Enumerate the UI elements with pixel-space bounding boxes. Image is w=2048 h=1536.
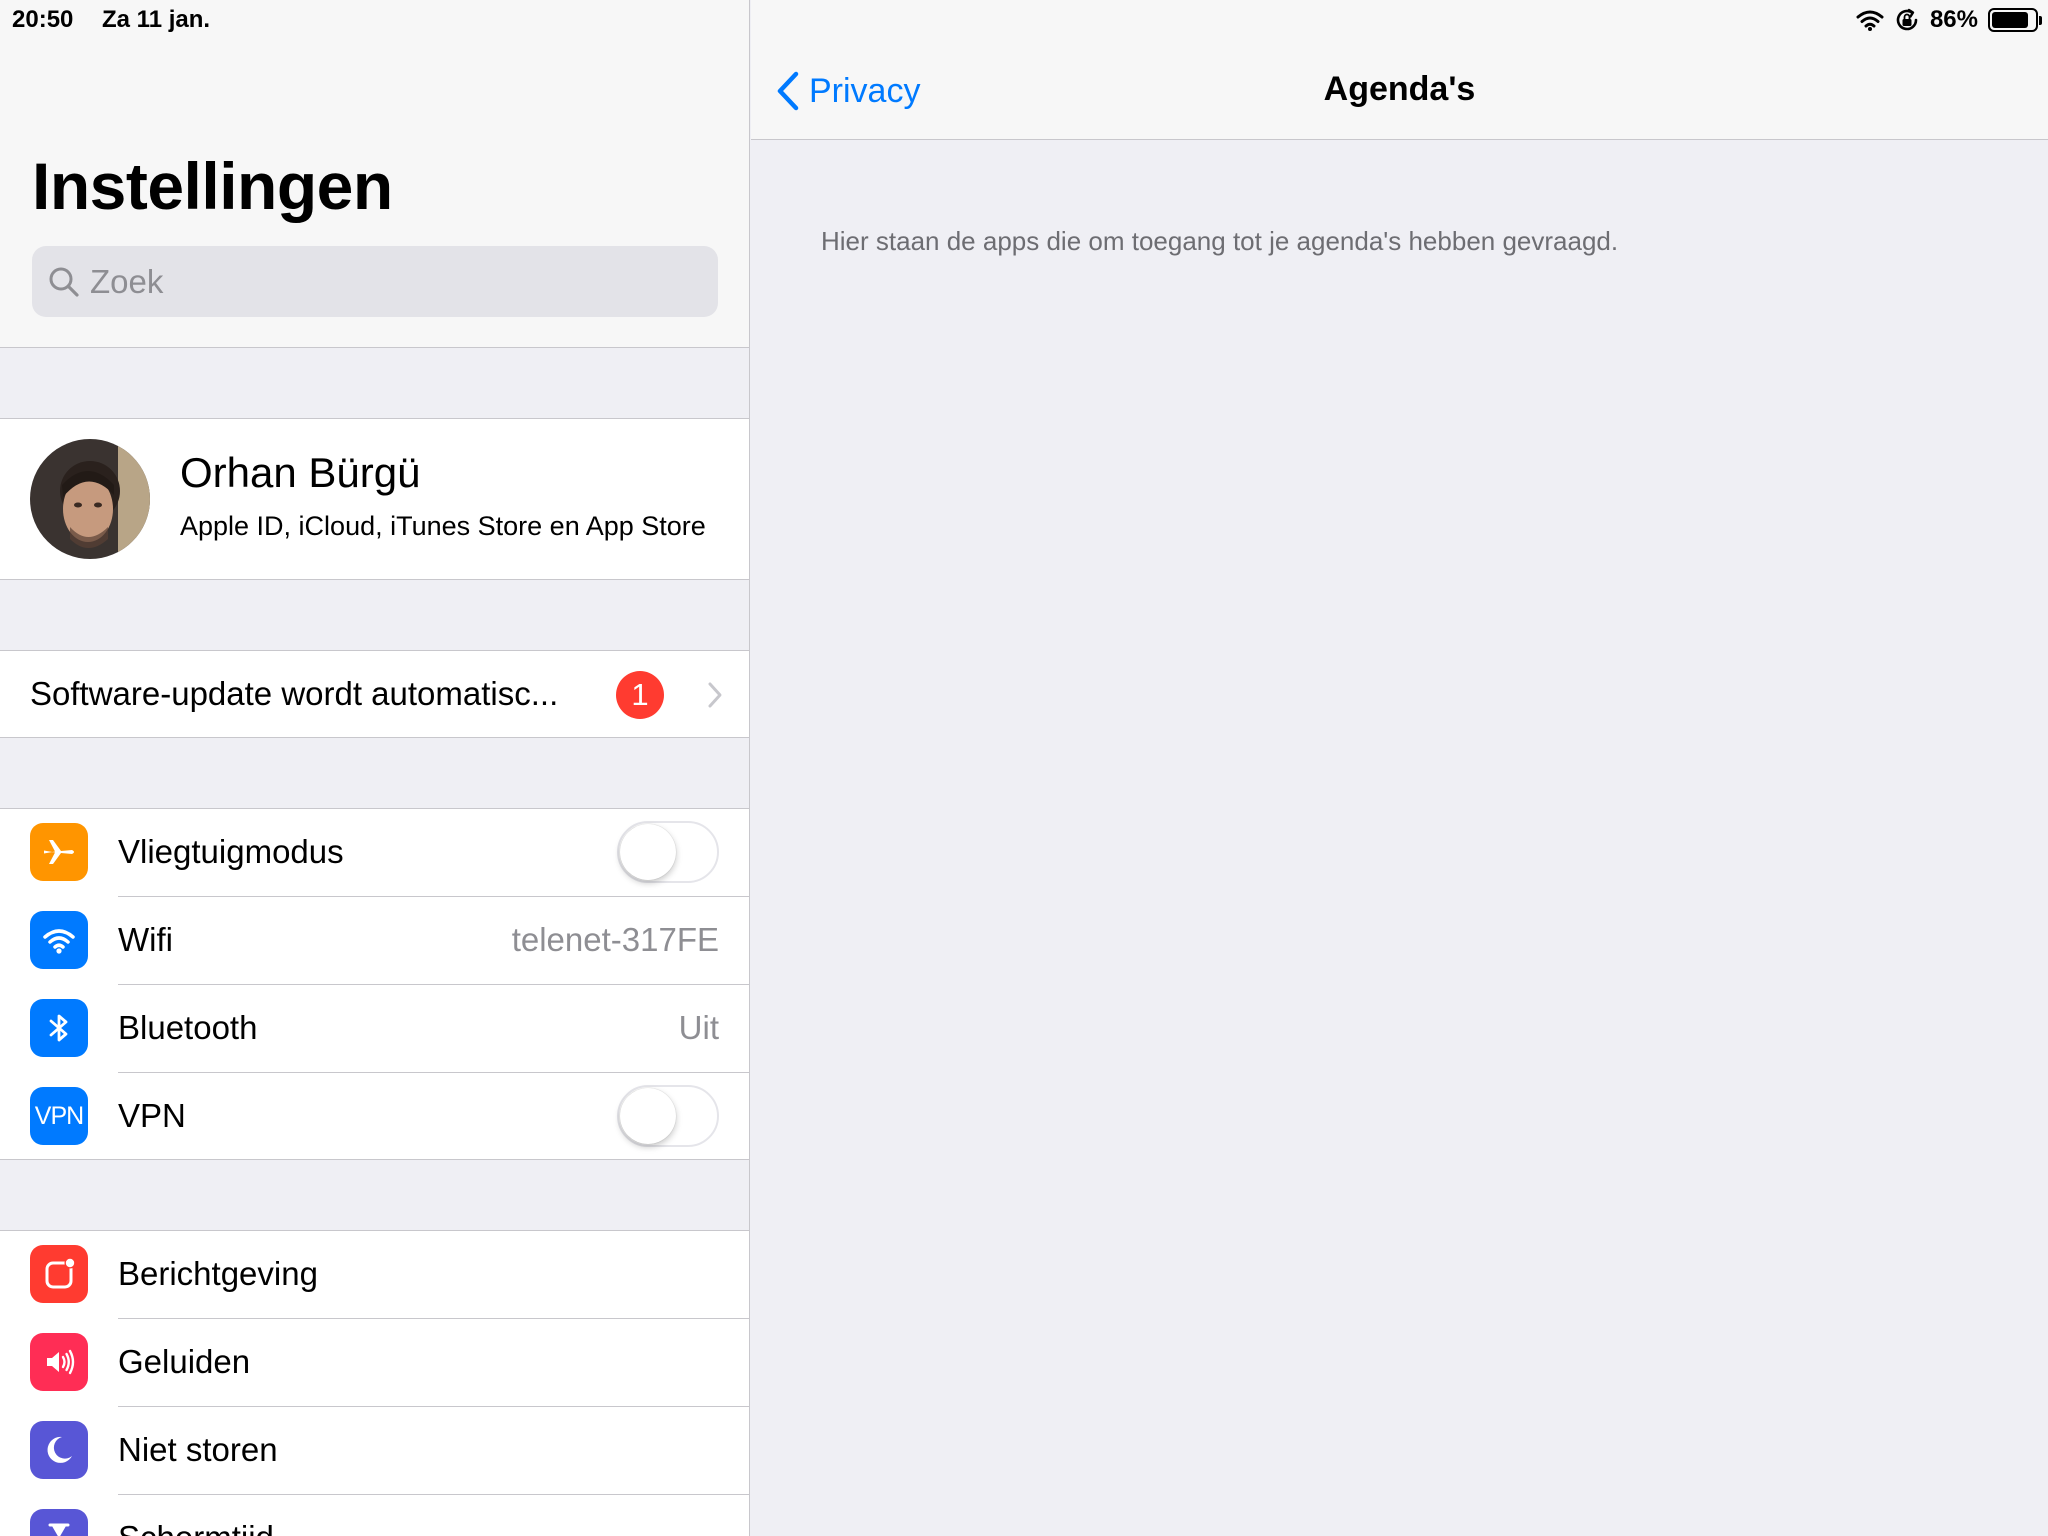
sidebar-item-sounds[interactable]: Geluiden — [0, 1319, 749, 1407]
moon-icon — [30, 1421, 88, 1479]
sidebar-item-notifications[interactable]: Berichtgeving — [0, 1231, 749, 1319]
sidebar-item-bluetooth[interactable]: Bluetooth Uit — [0, 985, 749, 1073]
status-date: Za 11 jan. — [102, 6, 211, 33]
airplane-icon — [30, 823, 88, 881]
bluetooth-icon — [30, 999, 88, 1057]
software-update-label: Software-update wordt automatisc... — [30, 675, 559, 712]
battery-percent: 86% — [1929, 6, 1978, 33]
profile-subtitle: Apple ID, iCloud, iTunes Store en App St… — [180, 511, 706, 541]
general-settings-group: Berichtgeving Geluiden Niet storen — [0, 1230, 749, 1536]
wifi-icon — [30, 911, 88, 969]
sidebar-item-vpn[interactable]: VPN VPN — [0, 1073, 749, 1161]
network-settings-group: Vliegtuigmodus Wifi telenet-317FE Blueto… — [0, 808, 749, 1160]
chevron-right-icon — [708, 682, 722, 708]
status-time: 20:50 — [12, 6, 74, 33]
profile-name: Orhan Bürgü — [180, 449, 421, 496]
wifi-signal-icon — [1856, 10, 1884, 31]
sounds-icon — [30, 1333, 88, 1391]
page-title: Instellingen — [32, 149, 393, 223]
sidebar-item-screen-time[interactable]: Schermtijd — [0, 1495, 749, 1536]
detail-title: Agenda's — [1323, 70, 1476, 108]
status-indicators: 86% — [1856, 5, 2042, 35]
sidebar-item-wifi[interactable]: Wifi telenet-317FE — [0, 897, 749, 985]
ipad-settings-screen: Instellingen Zoek Orhan Bürgü Apple ID, … — [0, 0, 2048, 1536]
search-input[interactable] — [90, 262, 690, 301]
software-update-row[interactable]: Software-update wordt automatisc... 1 — [0, 650, 749, 738]
vpn-toggle[interactable] — [617, 1085, 719, 1147]
battery-icon — [1988, 8, 2042, 32]
settings-sidebar: Instellingen Zoek Orhan Bürgü Apple ID, … — [0, 0, 750, 1536]
update-badge: 1 — [616, 671, 664, 719]
detail-pane: Privacy Agenda's Hier staan de apps die … — [751, 0, 2048, 1536]
wifi-network-value: telenet-317FE — [511, 921, 719, 958]
sidebar-header: Instellingen — [0, 0, 749, 348]
sidebar-item-airplane-mode[interactable]: Vliegtuigmodus — [0, 809, 749, 897]
airplane-mode-toggle[interactable] — [617, 821, 719, 883]
detail-description: Hier staan de apps die om toegang tot je… — [821, 226, 1619, 256]
sidebar-item-do-not-disturb[interactable]: Niet storen — [0, 1407, 749, 1495]
avatar — [30, 439, 150, 559]
hourglass-icon — [30, 1509, 88, 1536]
navigation-bar: Privacy Agenda's — [751, 0, 2048, 140]
profile-row[interactable]: Orhan Bürgü Apple ID, iCloud, iTunes Sto… — [0, 418, 749, 580]
search-icon — [49, 267, 79, 297]
notifications-icon — [30, 1245, 88, 1303]
vpn-icon: VPN — [30, 1087, 88, 1145]
bluetooth-status-value: Uit — [678, 1009, 719, 1046]
orientation-lock-icon — [1896, 8, 1918, 31]
search-bar[interactable] — [32, 246, 718, 317]
